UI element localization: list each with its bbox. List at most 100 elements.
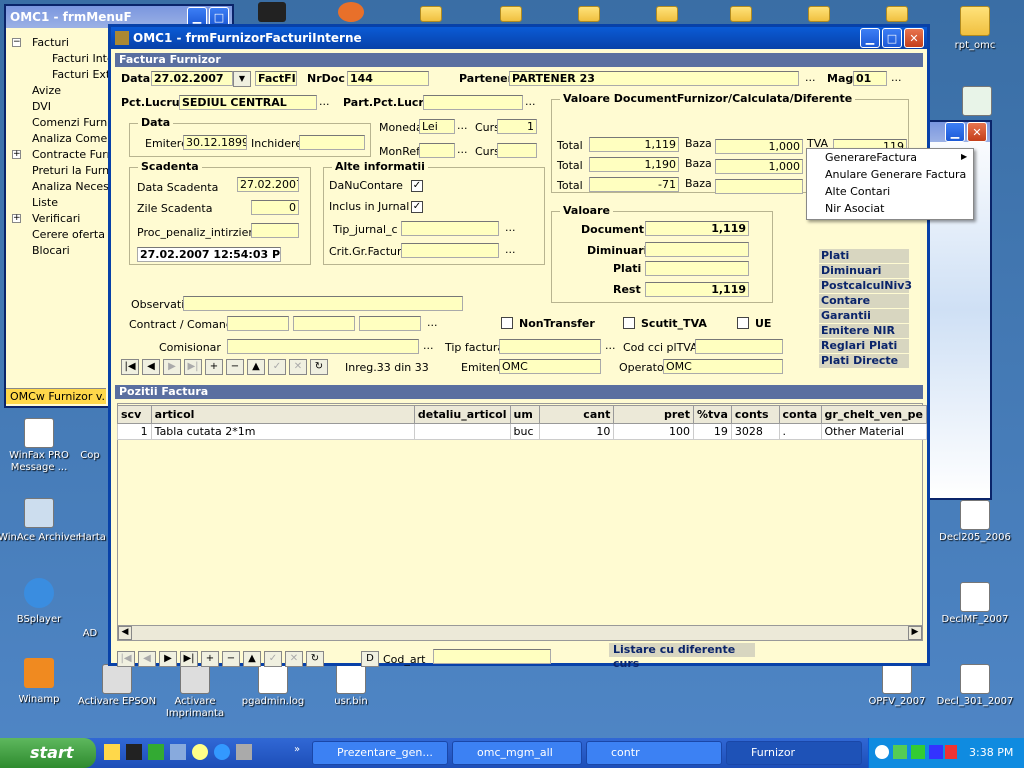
- bsplayer-icon[interactable]: [24, 578, 54, 608]
- nrdoc-field[interactable]: 144: [347, 71, 429, 86]
- listare-diferente-button[interactable]: Listare cu diferente curs: [609, 643, 755, 670]
- tree-item[interactable]: Liste: [32, 196, 58, 209]
- delete-icon[interactable]: −: [222, 651, 240, 667]
- tip-jurnal-field[interactable]: [401, 221, 499, 236]
- ellipsis-button[interactable]: ...: [423, 339, 434, 352]
- last-icon[interactable]: ▶|: [180, 651, 198, 667]
- close-icon[interactable]: ✕: [967, 122, 987, 142]
- ellipsis-button[interactable]: ...: [505, 243, 516, 256]
- task-contr[interactable]: contr: [586, 741, 722, 765]
- refresh-icon[interactable]: ↻: [306, 651, 324, 667]
- side-button[interactable]: Plati Directe: [819, 354, 909, 368]
- folder-icon[interactable]: [730, 6, 752, 22]
- observatii-field[interactable]: [183, 296, 463, 311]
- cod-cci-field[interactable]: [695, 339, 783, 354]
- minimize-icon[interactable]: ▁: [945, 122, 965, 142]
- tree-item[interactable]: Avize: [32, 84, 61, 97]
- ie-icon[interactable]: [214, 744, 230, 760]
- column-header-9[interactable]: gr_chelt_ven_pe: [820, 405, 927, 424]
- column-header-0[interactable]: scv: [117, 405, 152, 424]
- curs-ref-field[interactable]: [497, 143, 537, 158]
- moneda-field[interactable]: Lei: [419, 119, 455, 134]
- tray-icon[interactable]: [945, 745, 957, 759]
- app-icon[interactable]: [170, 744, 186, 760]
- inchidere-field[interactable]: [299, 135, 365, 150]
- menu-item-alte-contari[interactable]: Alte Contari: [807, 183, 973, 200]
- monref-field[interactable]: [419, 143, 455, 158]
- tree-item[interactable]: Verificari: [32, 212, 80, 225]
- side-button[interactable]: PostcalculNiv3: [819, 279, 912, 293]
- ellipsis-button[interactable]: ...: [427, 316, 438, 329]
- log-file-icon[interactable]: [258, 664, 288, 694]
- danu-contare-checkbox[interactable]: ✓: [411, 180, 423, 192]
- printer-icon[interactable]: [102, 664, 132, 694]
- app-icon[interactable]: [258, 2, 286, 22]
- tree-expander-icon[interactable]: +: [12, 214, 21, 223]
- side-button[interactable]: Garantii: [819, 309, 909, 323]
- folder-icon[interactable]: [808, 6, 830, 22]
- minimize-icon[interactable]: ▁: [860, 28, 880, 48]
- doc-file-icon[interactable]: [882, 664, 912, 694]
- tip-doc-field[interactable]: FactFI: [255, 71, 297, 86]
- horizontal-scrollbar[interactable]: ◀ ▶: [117, 625, 923, 641]
- ue-checkbox[interactable]: [737, 317, 749, 329]
- menu-item-generare-factura[interactable]: GenerareFactura: [807, 149, 973, 166]
- main-window[interactable]: OMC1 - frmFurnizorFacturiInterne ▁ □ ✕ Fac…: [108, 24, 930, 670]
- doc-file-icon[interactable]: [960, 664, 990, 694]
- tip-factura-field[interactable]: [499, 339, 601, 354]
- tree-item[interactable]: Blocari: [32, 244, 70, 257]
- contract-field-3[interactable]: [359, 316, 421, 331]
- side-button[interactable]: Emitere NIR: [819, 324, 909, 338]
- pct-lucru-field[interactable]: SEDIUL CENTRAL: [179, 95, 317, 110]
- next-icon[interactable]: ▶: [159, 651, 177, 667]
- table-row[interactable]: 1 Tabla cutata 2*1m buc 10 100 19 3028. Other M…: [117, 423, 927, 440]
- ellipsis-button[interactable]: ...: [605, 339, 616, 352]
- tray-icon[interactable]: [875, 745, 889, 759]
- ellipsis-button[interactable]: ...: [525, 95, 536, 108]
- first-icon[interactable]: |◀: [121, 359, 139, 375]
- folder-icon[interactable]: [578, 6, 600, 22]
- tree-item[interactable]: Analiza Necesar: [32, 180, 120, 193]
- folder-icon[interactable]: [420, 6, 442, 22]
- ellipsis-button[interactable]: ...: [319, 95, 330, 108]
- ellipsis-button[interactable]: ...: [457, 119, 468, 132]
- comisionar-field[interactable]: [227, 339, 419, 354]
- data-scadenta-field[interactable]: 27.02.2007: [237, 177, 299, 192]
- tree-item[interactable]: DVI: [32, 100, 51, 113]
- pozitii-table[interactable]: scv articol detaliu_articol um cant pret %tva c…: [117, 405, 927, 440]
- tray-icon[interactable]: [893, 745, 907, 759]
- task-furnizor[interactable]: Furnizor: [726, 741, 862, 765]
- data-field[interactable]: 27.02.2007: [151, 71, 233, 86]
- mag-field[interactable]: 01: [853, 71, 887, 86]
- scroll-left-icon[interactable]: ◀: [118, 626, 132, 640]
- delete-icon[interactable]: −: [226, 359, 244, 375]
- column-header-7[interactable]: conts: [730, 405, 780, 424]
- side-button[interactable]: Plati: [819, 249, 909, 263]
- close-icon[interactable]: ✕: [904, 28, 924, 48]
- start-button[interactable]: start: [0, 738, 96, 768]
- first-icon[interactable]: |◀: [117, 651, 135, 667]
- excel-file-icon[interactable]: [962, 86, 992, 116]
- contract-field-2[interactable]: [293, 316, 355, 331]
- cancel-icon[interactable]: ✕: [289, 359, 307, 375]
- emitere-field[interactable]: 30.12.1899: [183, 135, 247, 150]
- edit-icon[interactable]: ✓: [264, 651, 282, 667]
- folder-icon[interactable]: [960, 6, 990, 36]
- doc-file-icon[interactable]: [960, 582, 990, 612]
- scroll-right-icon[interactable]: ▶: [908, 626, 922, 640]
- inclus-jurnal-checkbox[interactable]: ✓: [411, 201, 423, 213]
- column-header-5[interactable]: pret: [613, 405, 695, 424]
- edit-icon[interactable]: ✓: [268, 359, 286, 375]
- column-header-3[interactable]: um: [509, 405, 541, 424]
- menu-item-nir-asociat[interactable]: Nir Asociat: [807, 200, 973, 217]
- tree-expander-icon[interactable]: −: [12, 38, 21, 47]
- side-button[interactable]: Contare: [819, 294, 909, 308]
- crit-gr-factura-field[interactable]: [401, 243, 499, 258]
- tree-item[interactable]: Facturi: [32, 36, 69, 49]
- add-icon[interactable]: +: [205, 359, 223, 375]
- next-icon[interactable]: ▶: [163, 359, 181, 375]
- background-window-titlebar[interactable]: ▁ ✕: [922, 122, 990, 142]
- curs-field[interactable]: 1: [497, 119, 537, 134]
- app-icon[interactable]: [148, 744, 164, 760]
- tray-icon[interactable]: [911, 745, 925, 759]
